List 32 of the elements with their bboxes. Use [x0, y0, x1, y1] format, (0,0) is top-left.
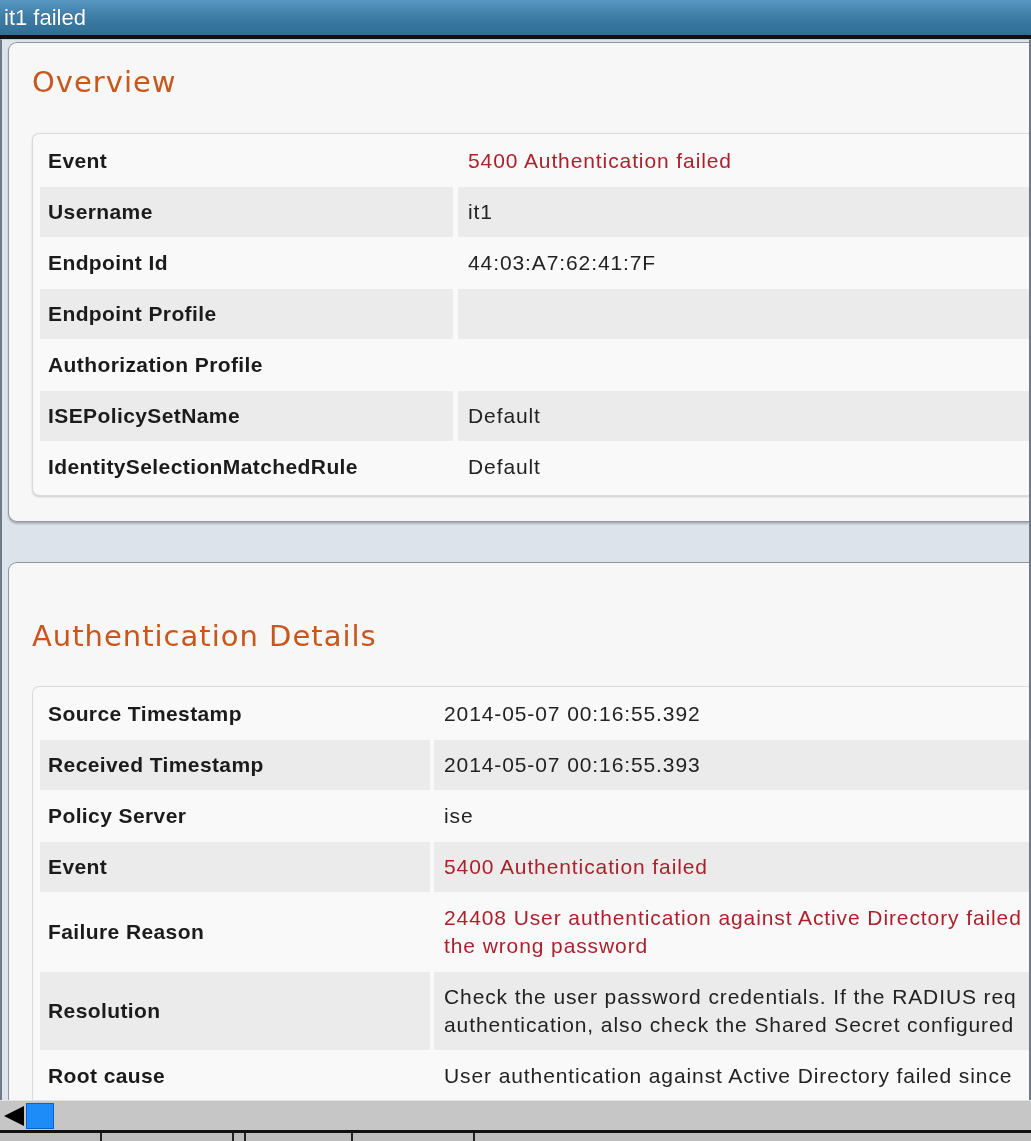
- field-value: 44:03:A7:62:41:7F: [468, 250, 657, 276]
- field-value: Default: [468, 454, 541, 480]
- field-label: Resolution: [48, 998, 161, 1024]
- field-label: Endpoint Profile: [48, 301, 217, 327]
- field-label: Event: [48, 854, 108, 880]
- scrollbar-thumb[interactable]: [26, 1102, 54, 1129]
- field-label: Endpoint Id: [48, 250, 168, 276]
- field-label: Policy Server: [48, 803, 187, 829]
- field-value: 2014-05-07 00:16:55.393: [444, 752, 701, 778]
- field-value: 5400 Authentication failed: [444, 854, 708, 880]
- field-label: Event: [48, 148, 108, 174]
- field-value: 24408 User authentication against Active Directory failed the wrong password: [444, 905, 1022, 959]
- field-label: Received Timestamp: [48, 752, 264, 778]
- field-value: 5400 Authentication failed: [468, 148, 732, 174]
- field-value: Check the user password credentials. If the RADIUS req authentication, also check the Shared Secret configured: [444, 984, 1017, 1038]
- field-label: ISEPolicySetName: [48, 403, 240, 429]
- field-label: Username: [48, 199, 153, 225]
- field-value: 2014-05-07 00:16:55.392: [444, 701, 701, 727]
- field-label: Root cause: [48, 1063, 166, 1089]
- field-value: ise: [444, 803, 474, 829]
- left-arrow-icon[interactable]: [4, 1105, 24, 1126]
- field-value: User authentication against Active Directory failed since: [444, 1063, 1013, 1089]
- horizontal-scrollbar[interactable]: [0, 1100, 1031, 1130]
- field-label: Failure Reason: [48, 919, 205, 945]
- field-value: it1: [468, 199, 493, 225]
- section-heading: Authentication Details: [32, 620, 377, 652]
- field-label: Source Timestamp: [48, 701, 242, 727]
- section-heading: Overview: [32, 66, 177, 98]
- window-title: it1 failed: [4, 4, 86, 31]
- field-label: Authorization Profile: [48, 352, 263, 378]
- field-value: Default: [468, 403, 541, 429]
- field-label: IdentitySelectionMatchedRule: [48, 454, 358, 480]
